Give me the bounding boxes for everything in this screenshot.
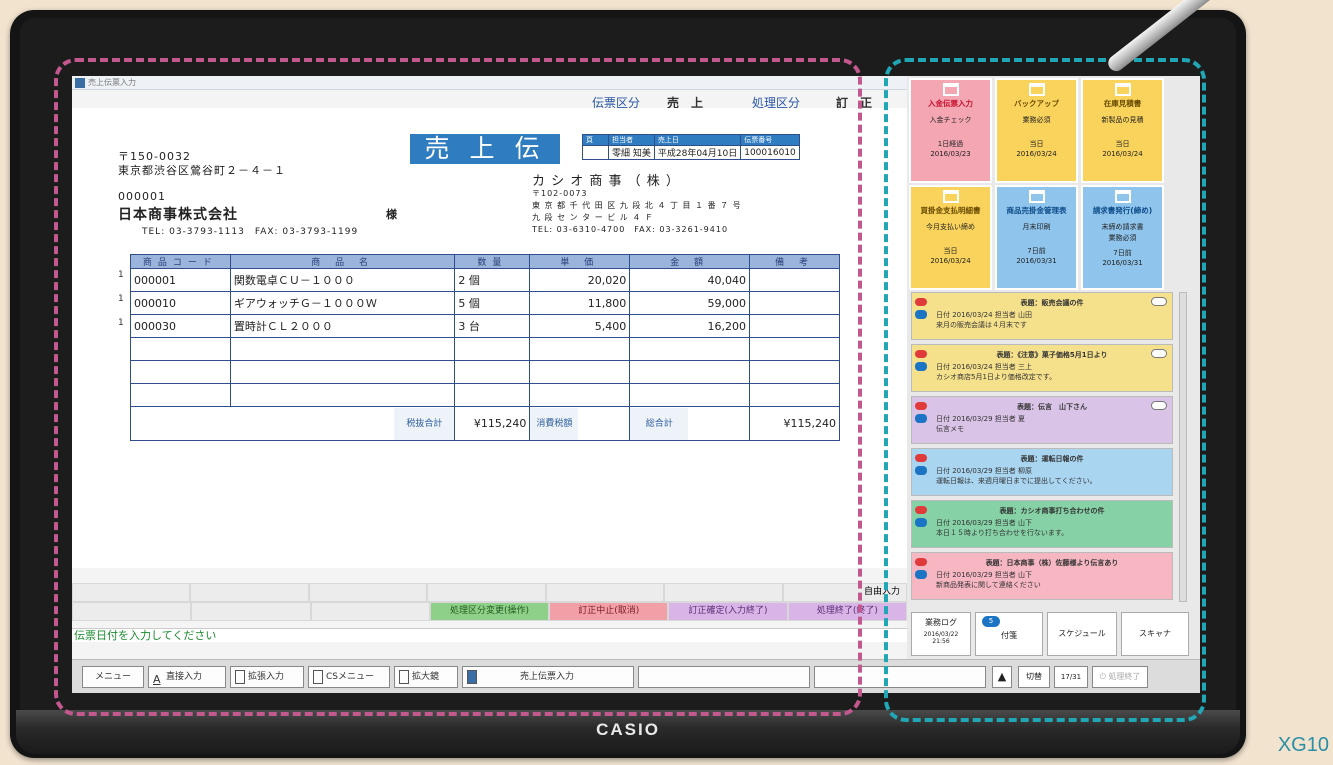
brand-logo: CASIO xyxy=(596,720,660,739)
highlight-frame-right xyxy=(884,58,1206,722)
model-label: XG10 xyxy=(1277,734,1329,756)
highlight-frame-left xyxy=(54,58,862,716)
